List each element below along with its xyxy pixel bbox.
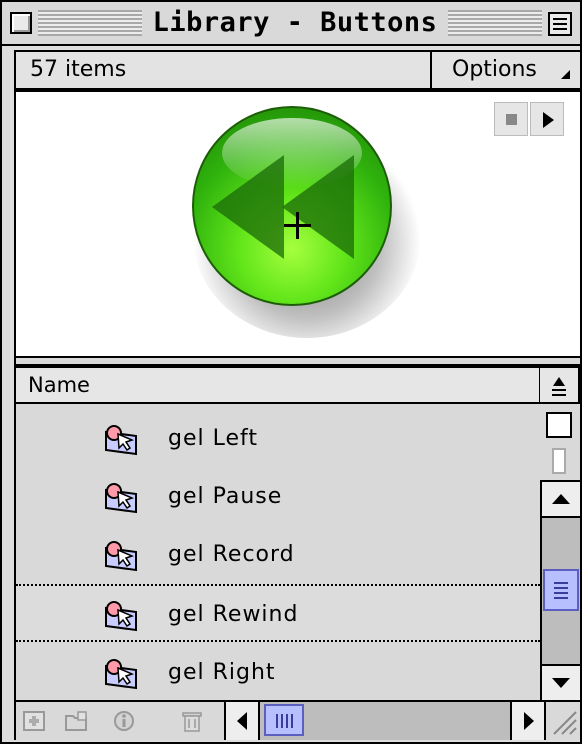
pane-splitter[interactable] [14,358,580,366]
list-item[interactable]: gel Pause [16,468,540,526]
title-bar-stripes-left [38,10,142,36]
button-symbol-icon [105,659,137,690]
name-column-header[interactable]: Name [14,366,540,404]
vertical-scrollbar[interactable] [540,480,580,700]
sort-line-1 [552,389,566,391]
options-arrow-icon [561,70,570,79]
sort-line-2 [552,394,566,396]
library-item-list: gel Left gel Pause gel Record gel Rewind… [14,404,540,700]
vertical-scroll-thumb[interactable] [543,569,579,611]
rewind-icon [212,155,354,259]
crosshair-cursor-icon [284,212,311,239]
scroll-down-button[interactable] [542,664,580,700]
horizontal-scroll-thumb[interactable] [264,704,304,736]
list-item[interactable]: gel Record [16,526,540,584]
scroll-up-button[interactable] [542,482,580,518]
scroll-right-button[interactable] [510,702,544,740]
library-window: Library - Buttons 57 items Options Name [0,0,582,744]
options-label: Options [452,57,537,82]
sort-triangle-icon [553,377,565,386]
properties-icon[interactable] [112,710,136,732]
button-symbol-icon [105,601,137,632]
list-item-label: gel Right [168,660,276,685]
library-bottom-toolbar [14,700,580,740]
arrow-right-icon [524,712,534,730]
sort-order-button[interactable] [540,366,580,404]
wide-state-button[interactable] [546,412,572,438]
window-title: Library - Buttons [145,6,445,40]
list-item-label: gel Rewind [168,602,299,627]
title-bar[interactable]: Library - Buttons [2,2,580,46]
stop-icon [506,114,517,125]
name-column-label: Name [28,373,90,397]
arrow-left-icon [237,712,247,730]
preview-play-button[interactable] [530,102,564,136]
play-icon [543,112,554,128]
list-item[interactable]: gel Right [16,644,540,702]
button-symbol-icon [105,483,137,514]
delete-icon[interactable] [180,710,204,732]
horizontal-scrollbar[interactable] [224,702,546,740]
list-item-label: gel Record [168,542,295,567]
list-item-label: gel Pause [168,484,283,509]
new-folder-icon[interactable] [64,710,88,732]
library-info-bar: 57 items Options [14,50,580,90]
title-bar-stripes-right [448,10,542,36]
list-item-label: gel Left [168,426,258,451]
button-symbol-icon [105,541,137,572]
collapse-box-button[interactable] [548,12,572,36]
preview-stop-button[interactable] [494,102,528,136]
resize-grip-icon[interactable] [548,704,580,738]
list-item[interactable]: gel Left [16,410,540,468]
close-box-button[interactable] [10,12,32,34]
arrow-up-icon [552,494,570,504]
item-count: 57 items [30,57,127,82]
new-symbol-icon[interactable] [22,710,46,732]
list-item-selected[interactable]: gel Rewind [16,584,540,642]
scroll-left-button[interactable] [226,702,260,740]
narrow-state-button[interactable] [552,448,566,474]
options-menu-button[interactable]: Options [430,52,580,88]
arrow-down-icon [552,678,570,688]
button-symbol-icon [105,425,137,456]
